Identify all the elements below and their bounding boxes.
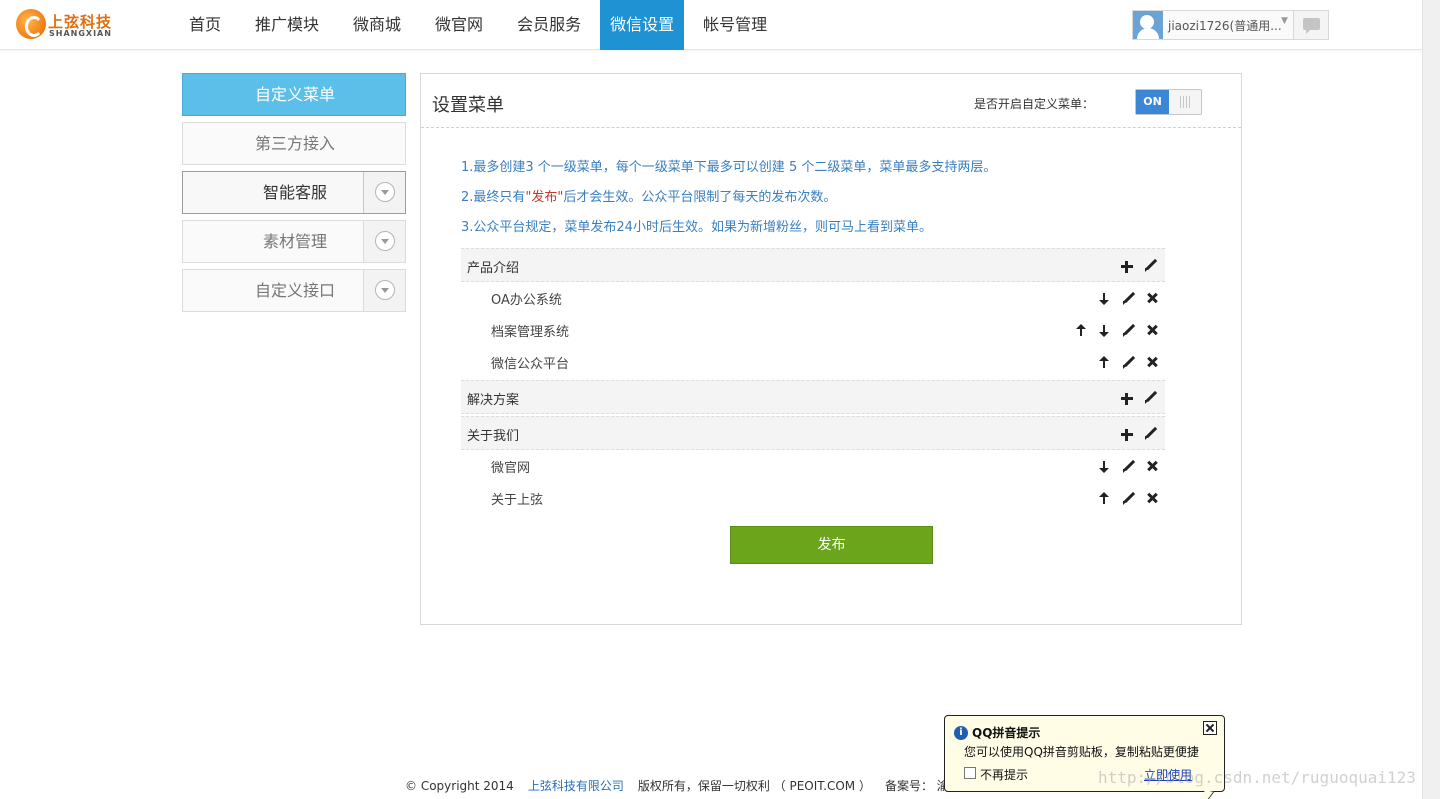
chevron-down-icon <box>375 280 395 300</box>
menu-child-row[interactable]: 关于上弦 <box>461 482 1165 514</box>
menu-parent-row[interactable]: 产品介绍 <box>461 248 1165 282</box>
edit-icon[interactable] <box>1144 426 1158 440</box>
footer: © Copyright 2014 上弦科技有限公司 版权所有，保留一切权利 （ PE… <box>405 777 975 794</box>
menu-child-row[interactable]: 微官网 <box>461 450 1165 482</box>
menu-parent-row[interactable]: 解决方案 <box>461 380 1165 414</box>
sidebar-item-third-party[interactable]: 第三方接入 <box>182 122 406 165</box>
edit-icon[interactable] <box>1144 258 1158 272</box>
logo-subtext: SHANGXIAN <box>49 29 112 38</box>
publish-button[interactable]: 发布 <box>730 526 933 564</box>
add-icon[interactable] <box>1120 391 1134 405</box>
tip-2: 2.最终只有"发布"后才会生效。公众平台限制了每天的发布次数。 <box>461 186 836 205</box>
nav-account-management[interactable]: 帐号管理 <box>688 0 782 50</box>
page-scrollbar[interactable] <box>1422 0 1440 799</box>
menu-child-row[interactable]: 档案管理系统 <box>461 314 1165 346</box>
menu-child-row[interactable]: OA办公系统 <box>461 282 1165 314</box>
tip-1: 1.最多创建3 个一级菜单，每个一级菜单下最多可以创建 5 个二级菜单，菜单最多… <box>461 160 997 175</box>
menu-name: 档案管理系统 <box>491 325 570 340</box>
logo[interactable]: 上弦科技 SHANGXIAN <box>16 9 116 41</box>
delete-icon[interactable] <box>1145 459 1159 473</box>
delete-icon[interactable] <box>1145 355 1159 369</box>
divider <box>421 127 1241 128</box>
avatar <box>1133 11 1163 39</box>
nav-micro-site[interactable]: 微官网 <box>420 0 498 50</box>
sidebar-item-label: 第三方接入 <box>254 134 335 153</box>
edit-icon[interactable] <box>1122 291 1136 305</box>
menu-name: 产品介绍 <box>467 261 520 276</box>
footer-rights: 版权所有，保留一切权利 （ PEOIT.COM ） <box>637 779 871 793</box>
nav-micro-mall[interactable]: 微商城 <box>338 0 416 50</box>
nav-wechat-settings[interactable]: 微信设置 <box>600 0 685 50</box>
expand-toggle[interactable] <box>363 172 405 213</box>
checkbox-label: 不再提示 <box>980 768 1029 782</box>
close-icon[interactable] <box>1203 721 1217 735</box>
popup-body: 您可以使用QQ拼音剪贴板，复制粘贴更便捷 <box>964 745 1199 759</box>
watermark: http://blog.csdn.net/ruguoquai123 <box>1098 768 1416 787</box>
user-name: jiaozi1726(普通用... <box>1168 19 1282 33</box>
menu-settings-panel: 设置菜单 是否开启自定义菜单： ON 1.最多创建3 个一级菜单，每个一级菜单下… <box>420 73 1242 625</box>
nav-home[interactable]: 首页 <box>174 0 236 50</box>
chevron-down-icon <box>375 182 395 202</box>
menu-parent-row[interactable]: 关于我们 <box>461 416 1165 450</box>
menu-name: 关于我们 <box>467 429 520 444</box>
tip-2-suffix: 后才会生效。公众平台限制了每天的发布次数。 <box>563 190 837 205</box>
message-button[interactable] <box>1294 10 1329 40</box>
add-icon[interactable] <box>1120 259 1134 273</box>
popup-tail <box>1197 790 1215 799</box>
expand-toggle[interactable] <box>363 270 405 311</box>
edit-icon[interactable] <box>1122 355 1136 369</box>
toggle-label: 是否开启自定义菜单： <box>974 97 1095 111</box>
sidebar-item-smart-service[interactable]: 智能客服 <box>182 171 406 214</box>
sidebar-item-label: 自定义菜单 <box>254 85 335 104</box>
edit-icon[interactable] <box>1122 459 1136 473</box>
chevron-down-icon: ▼ <box>1281 16 1288 26</box>
edit-icon[interactable] <box>1144 390 1158 404</box>
sidebar-item-custom-menu[interactable]: 自定义菜单 <box>182 73 406 116</box>
edit-icon[interactable] <box>1122 323 1136 337</box>
dont-show-checkbox[interactable] <box>964 767 976 779</box>
move-up-icon[interactable] <box>1097 355 1111 369</box>
move-down-icon[interactable] <box>1097 324 1111 338</box>
user-dropdown[interactable]: jiaozi1726(普通用... ▼ <box>1132 10 1294 40</box>
nav-promotion[interactable]: 推广模块 <box>240 0 334 50</box>
add-icon[interactable] <box>1120 427 1134 441</box>
logo-mark-icon <box>16 9 46 39</box>
menu-name: 解决方案 <box>467 393 520 408</box>
menu-name: 微信公众平台 <box>491 357 570 372</box>
menu-name: 微官网 <box>491 461 531 476</box>
toggle-on-label: ON <box>1136 90 1169 114</box>
move-up-icon[interactable] <box>1097 491 1111 505</box>
tip-2-prefix: 2.最终只有 <box>461 190 526 205</box>
top-header: 上弦科技 SHANGXIAN 首页 推广模块 微商城 微官网 会员服务 微信设置… <box>0 0 1422 50</box>
info-icon: i <box>954 726 968 740</box>
move-down-icon[interactable] <box>1097 292 1111 306</box>
menu-name: 关于上弦 <box>491 493 544 508</box>
delete-icon[interactable] <box>1145 291 1159 305</box>
edit-icon[interactable] <box>1122 491 1136 505</box>
footer-company-link[interactable]: 上弦科技有限公司 <box>528 779 624 793</box>
move-down-icon[interactable] <box>1097 460 1111 474</box>
page-title: 设置菜单 <box>432 95 504 116</box>
toggle-grip-icon <box>1180 96 1192 108</box>
delete-icon[interactable] <box>1145 491 1159 505</box>
tip-3: 3.公众平台规定，菜单发布24小时后生效。如果为新增粉丝，则可马上看到菜单。 <box>461 220 932 235</box>
menu-name: OA办公系统 <box>491 293 562 308</box>
main-nav: 首页 推广模块 微商城 微官网 会员服务 微信设置 帐号管理 <box>174 0 786 50</box>
custom-menu-toggle[interactable]: ON <box>1135 89 1202 115</box>
sidebar-item-materials[interactable]: 素材管理 <box>182 220 406 263</box>
expand-toggle[interactable] <box>363 221 405 262</box>
delete-icon[interactable] <box>1145 323 1159 337</box>
footer-copyright: © Copyright 2014 <box>405 779 514 793</box>
tip-2-highlight: "发布" <box>525 190 564 205</box>
move-up-icon[interactable] <box>1074 323 1088 337</box>
popup-title: QQ拼音提示 <box>972 726 1041 740</box>
menu-child-row[interactable]: 微信公众平台 <box>461 346 1165 378</box>
chevron-down-icon <box>375 231 395 251</box>
nav-member-service[interactable]: 会员服务 <box>502 0 596 50</box>
sidebar-item-custom-api[interactable]: 自定义接口 <box>182 269 406 312</box>
